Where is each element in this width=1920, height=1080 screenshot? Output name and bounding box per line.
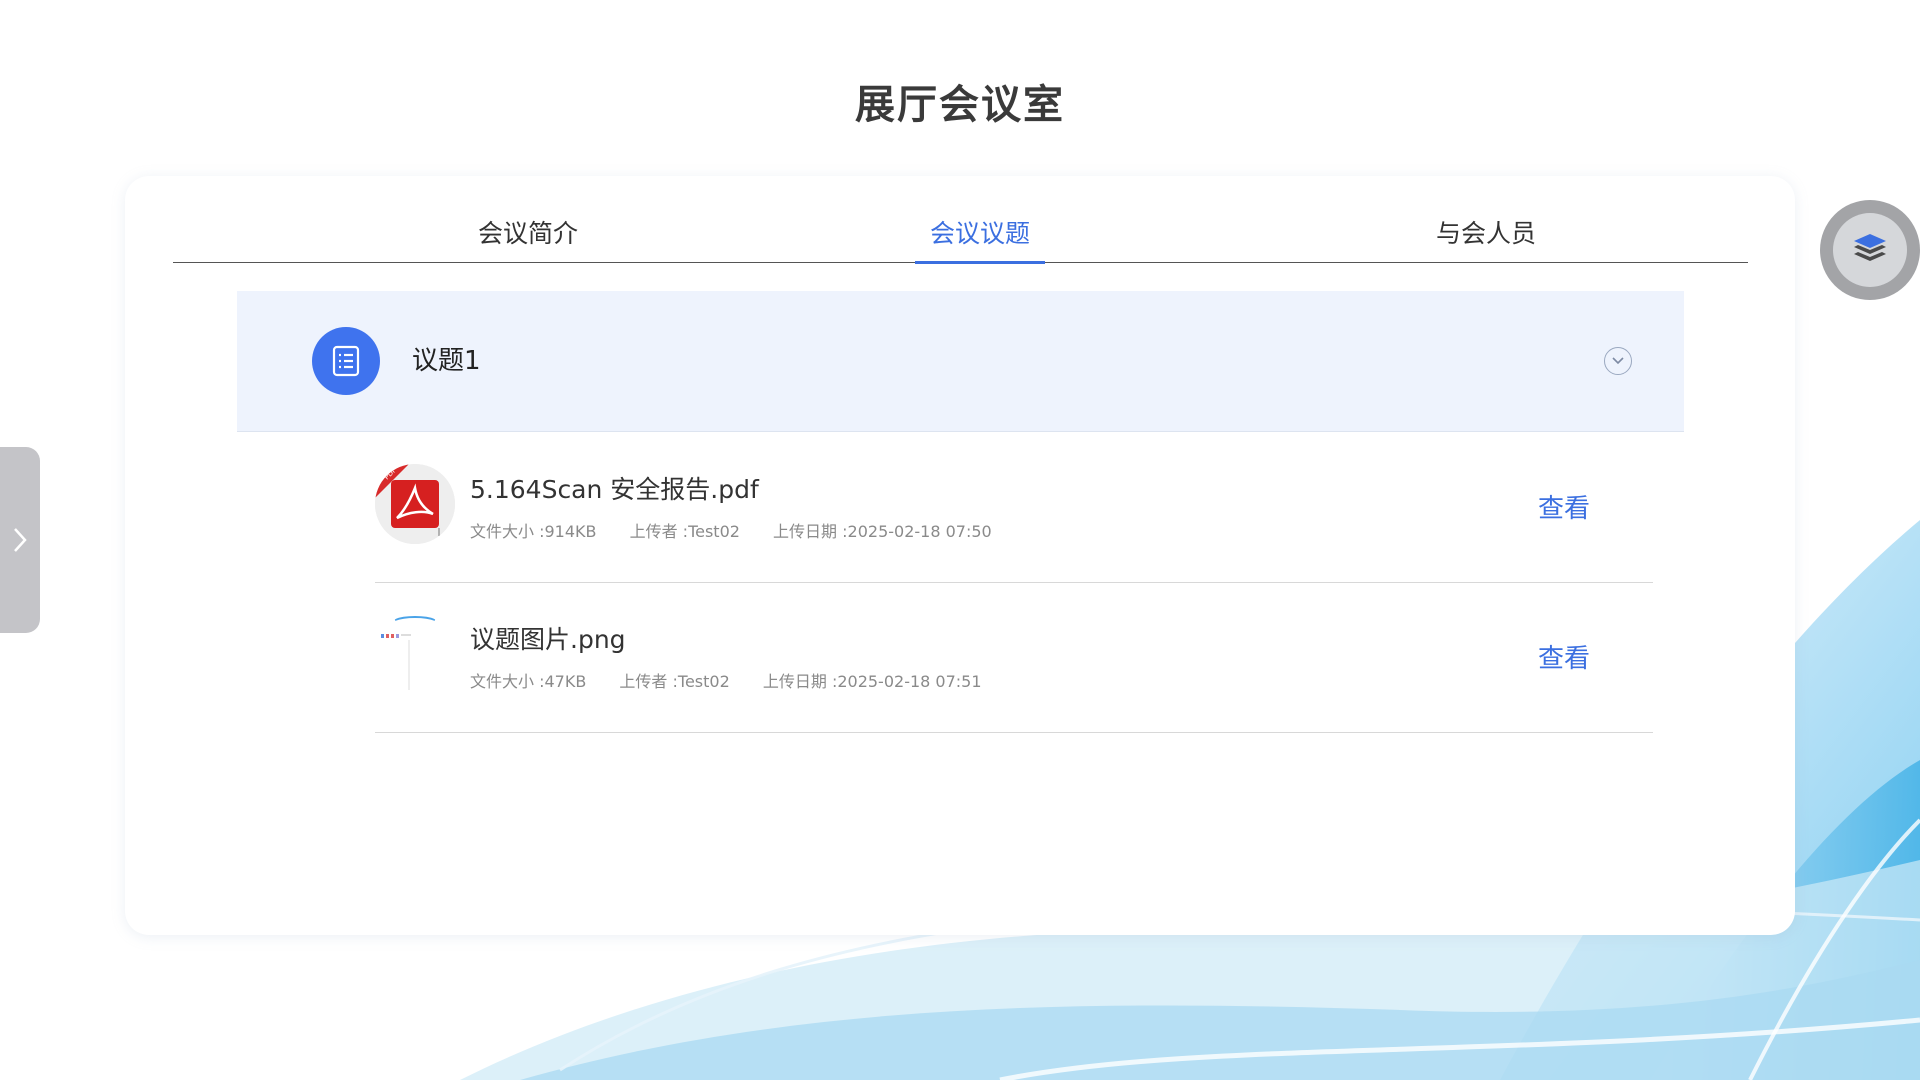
layers-icon — [1854, 234, 1886, 261]
chevron-right-icon — [14, 528, 27, 552]
tab-label: 会议简介 — [477, 219, 578, 248]
file-meta: 文件大小 :47KB 上传者 :Test02 上传日期 :2025-02-18 … — [470, 668, 982, 692]
tab-label: 与会人员 — [1435, 219, 1536, 248]
agenda-icon-badge — [312, 327, 380, 395]
file-name: 5.164Scan 安全报告.pdf — [470, 475, 759, 504]
layers-button-inner — [1833, 213, 1907, 287]
page-title: 展厅会议室 — [855, 82, 1065, 128]
file-row: 议题图片.png 文件大小 :47KB 上传者 :Test02 上传日期 :20… — [375, 582, 1653, 733]
document-list-icon — [332, 345, 360, 377]
view-file-button[interactable]: 查看 — [1538, 638, 1590, 675]
file-upload-date: 上传日期 :2025-02-18 07:51 — [762, 672, 982, 691]
tab-label: 会议议题 — [929, 219, 1030, 248]
file-upload-date: 上传日期 :2025-02-18 07:50 — [773, 522, 992, 541]
collapse-toggle[interactable] — [1604, 347, 1632, 375]
image-thumbnail — [375, 614, 455, 694]
meeting-card: 会议简介 会议议题 与会人员 议题1 PDF 5.164Scan 安全报告.pd… — [125, 176, 1795, 935]
agenda-title: 议题1 — [412, 346, 481, 376]
pdf-file-icon: PDF — [375, 464, 455, 544]
file-row: PDF 5.164Scan 安全报告.pdf 文件大小 :914KB 上传者 :… — [375, 432, 1653, 583]
file-size: 文件大小 :47KB — [470, 672, 587, 691]
file-uploader: 上传者 :Test02 — [619, 672, 730, 691]
file-uploader: 上传者 :Test02 — [629, 522, 740, 541]
side-panel-toggle[interactable] — [0, 447, 40, 633]
agenda-header[interactable]: 议题1 — [237, 291, 1684, 432]
view-file-button[interactable]: 查看 — [1538, 488, 1590, 525]
chevron-down-icon — [1612, 357, 1624, 365]
tab-bar: 会议简介 会议议题 与会人员 — [173, 206, 1748, 264]
tab-meeting-agenda[interactable]: 会议议题 — [915, 206, 1045, 264]
tab-attendees[interactable]: 与会人员 — [1406, 206, 1566, 262]
file-name: 议题图片.png — [470, 625, 626, 654]
tab-meeting-intro[interactable]: 会议简介 — [448, 206, 608, 262]
file-meta: 文件大小 :914KB 上传者 :Test02 上传日期 :2025-02-18… — [470, 518, 992, 542]
layers-floating-button[interactable] — [1820, 200, 1920, 300]
file-size: 文件大小 :914KB — [470, 522, 597, 541]
active-tab-indicator — [915, 261, 1045, 264]
